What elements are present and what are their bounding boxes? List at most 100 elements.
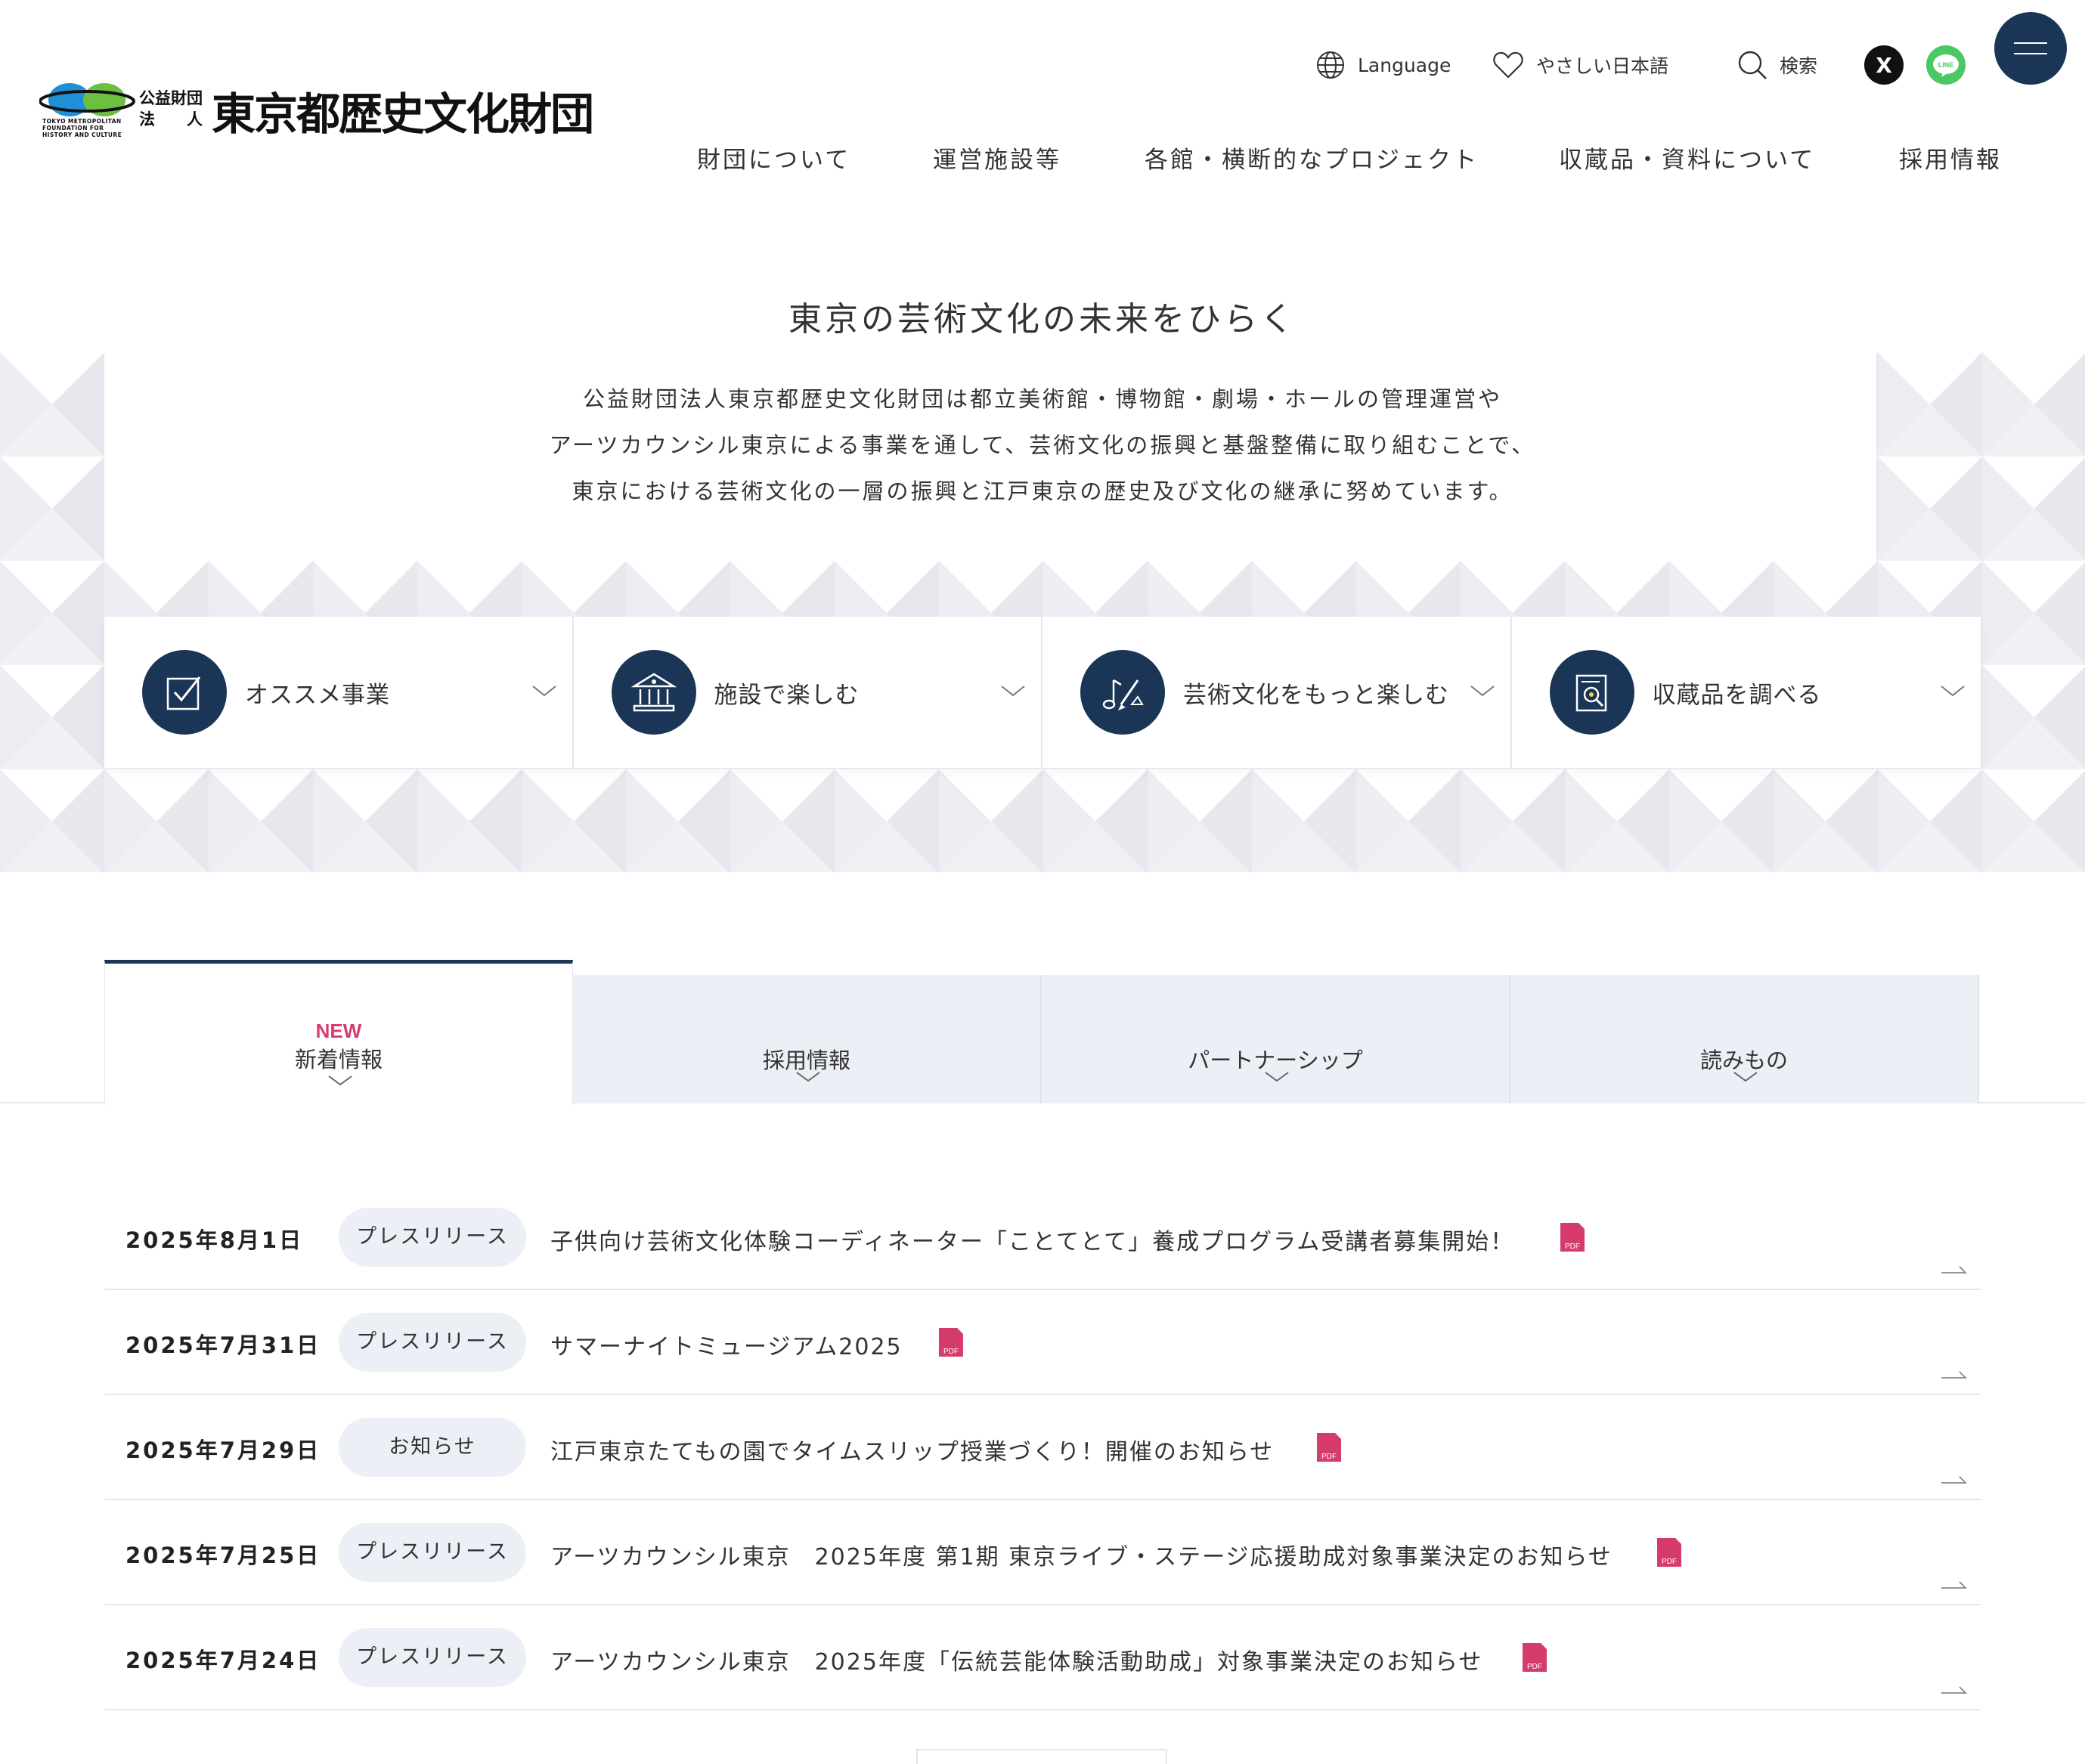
pdf-icon: PDF [939,1328,963,1357]
card-icon-circle [611,650,696,735]
news-date: 2025年7月24日 [125,1648,321,1673]
logo-small-line2: 法 人 [139,110,203,128]
news-title: 子供向け芸術文化体験コーディネーター「ことてとて」養成プログラム受講者募集開始！ [550,1229,1515,1255]
news-item[interactable]: 2025年7月24日 プレスリリース アーツカウンシル東京 2025年度「伝統芸… [104,1605,1981,1710]
news-title: アーツカウンシル東京 2025年度 第1期 東京ライブ・ステージ応援助成対象事業… [550,1544,1613,1571]
news-title: 江戸東京たてもの園でタイムスリップ授業づくり！開催のお知らせ [550,1439,1275,1465]
card-label: 収蔵品を調べる [1652,681,1822,709]
news-title: サマーナイトミュージアム2025 [550,1334,903,1360]
x-logo-icon: X [1876,52,1892,78]
news-date: 2025年7月25日 [125,1543,321,1568]
news-item[interactable]: 2025年7月25日 プレスリリース アーツカウンシル東京 2025年度 第1期… [104,1500,1981,1605]
tab-readings[interactable]: 読みもの [1510,975,1979,1103]
line-logo-icon: LINE [1933,54,1959,77]
news-date: 2025年7月31日 [125,1332,321,1358]
news-tabs: NEW 新着情報 採用情報 パートナーシップ 読みもの [0,960,2085,1105]
pdf-icon: PDF [1523,1643,1547,1672]
news-date: 2025年7月29日 [125,1438,321,1463]
pdf-icon-label: PDF [1662,1558,1677,1566]
tab-partnership[interactable]: パートナーシップ [1042,975,1510,1103]
search-label: 検索 [1780,55,1818,77]
line-logo-text: LINE [1938,61,1954,69]
menu-bar-icon [2014,53,2047,54]
gnav-about[interactable]: 財団について [697,141,850,177]
logo-small-line1: 公益財団 [139,89,203,107]
museum-building-icon [630,673,677,712]
language-link[interactable]: Language [1315,44,1451,86]
arrow-right-icon [1941,1266,1967,1273]
card-icon-circle [1080,650,1165,735]
pdf-icon-label: PDF [1321,1453,1337,1461]
card-recommended[interactable]: オススメ事業 [104,617,574,768]
tab-whats-new[interactable]: NEW 新着情報 [104,960,573,1105]
news-item[interactable]: 2025年7月31日 プレスリリース サマーナイトミュージアム2025 PDF [104,1290,1981,1395]
view-more-button[interactable] [916,1749,1167,1764]
x-share-button[interactable]: X [1864,45,1904,85]
gnav-collections[interactable]: 収蔵品・資料について [1559,141,1815,177]
foundation-logo[interactable]: 公益財団 法 人 東京都歴史文化財団 TOKYO METROPOLITAN FO… [39,80,594,141]
chevron-down-icon [1470,685,1495,697]
feature-cards: オススメ事業 施設で楽しむ 芸術文化をもっと楽しむ 収蔵品を調べる [104,617,1981,768]
chevron-down-icon [796,1072,820,1082]
intro-line: アーツカウンシル東京による事業を通して、芸術文化の振興と基盤整備に取り組むことで… [549,432,1536,458]
gnav-recruit[interactable]: 採用情報 [1899,141,2002,177]
card-facilities[interactable]: 施設で楽しむ [574,617,1042,768]
chevron-down-icon [328,1075,352,1086]
card-search-collection[interactable]: 収蔵品を調べる [1512,617,1981,768]
search-icon [1738,51,1767,79]
tab-label: 新着情報 [294,1047,383,1072]
menu-bar-icon [2014,42,2047,44]
tab-recruit[interactable]: 採用情報 [573,975,1042,1103]
intro-line: 公益財団法人東京都歴史文化財団は都立美術館・博物館・劇場・ホールの管理運営や [582,386,1502,412]
music-paint-icon [1102,679,1144,710]
document-search-icon [1575,674,1606,712]
news-category-badge: プレスリリース [339,1208,526,1267]
news-item[interactable]: 2025年7月29日 お知らせ 江戸東京たてもの園でタイムスリップ授業づくり！開… [104,1395,1981,1500]
hero-tagline: 東京の芸術文化の未来をひらく [788,300,1297,339]
pdf-icon-label: PDF [1565,1243,1580,1251]
language-label: Language [1358,54,1451,76]
news-category-badge: プレスリリース [339,1628,526,1687]
news-category-badge: お知らせ [339,1418,526,1477]
logo-name: 東京都歴史文化財団 [212,88,594,140]
hero-intro: 公益財団法人東京都歴史文化財団は都立美術館・博物館・劇場・ホールの管理運営や ア… [0,376,2085,515]
pdf-icon-label: PDF [943,1348,959,1356]
intro-line: 東京における芸術文化の一層の振興と江戸東京の歴史及び文化の継承に努めています。 [572,478,1513,504]
pdf-icon: PDF [1560,1223,1585,1252]
easy-japanese-label: やさしい日本語 [1536,55,1669,77]
heart-icon [1493,51,1523,79]
pdf-icon-label: PDF [1527,1663,1542,1671]
line-share-button[interactable]: LINE [1926,45,1966,85]
arrow-right-icon [1941,1581,1967,1589]
arrow-right-icon [1941,1476,1967,1484]
news-category-badge: プレスリリース [339,1313,526,1372]
chevron-down-icon [1733,1072,1758,1082]
news-date: 2025年8月1日 [125,1227,304,1253]
chevron-down-icon [1001,685,1025,697]
news-category-badge: プレスリリース [339,1523,526,1582]
chevron-down-icon [1941,685,1965,697]
gnav-facilities[interactable]: 運営施設等 [933,141,1061,177]
card-label: オススメ事業 [245,681,390,709]
card-label: 施設で楽しむ [714,681,860,709]
search-link[interactable]: 検索 [1737,44,1817,86]
card-icon-circle [1549,650,1634,735]
chevron-down-icon [1265,1072,1289,1082]
card-enjoy-arts[interactable]: 芸術文化をもっと楽しむ [1042,617,1512,768]
arrow-right-icon [1941,1371,1967,1379]
news-item[interactable]: 2025年8月1日 プレスリリース 子供向け芸術文化体験コーディネーター「ことて… [104,1185,1981,1290]
globe-icon [1317,51,1344,79]
arrow-right-icon [1941,1686,1967,1694]
pdf-icon: PDF [1317,1433,1341,1462]
hamburger-menu-button[interactable] [1994,12,2067,85]
checkbox-icon [166,676,201,710]
site-header: 公益財団 法 人 東京都歴史文化財団 TOKYO METROPOLITAN FO… [0,0,2085,197]
news-title: アーツカウンシル東京 2025年度「伝統芸能体験活動助成」対象事業決定のお知らせ [550,1649,1483,1676]
easy-japanese-link[interactable]: やさしい日本語 [1492,44,1668,86]
news-list: 2025年8月1日 プレスリリース 子供向け芸術文化体験コーディネーター「ことて… [104,1185,1981,1710]
chevron-down-icon [531,685,556,697]
pdf-icon: PDF [1657,1538,1681,1567]
new-badge: NEW [315,1020,362,1042]
card-label: 芸術文化をもっと楽しむ [1183,681,1449,709]
gnav-projects[interactable]: 各館・横断的なプロジェクト [1145,141,1479,177]
